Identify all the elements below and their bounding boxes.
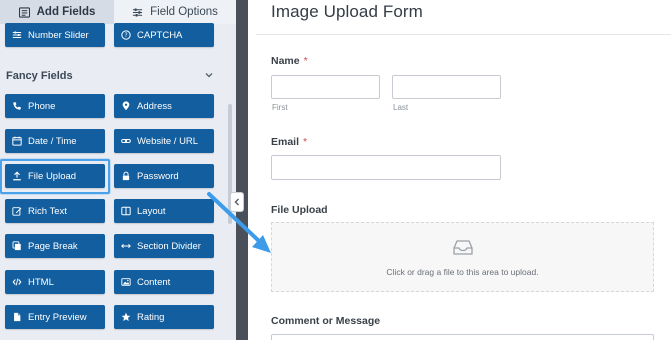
title-divider [256,34,671,35]
name-label-text: Name [271,55,300,67]
chevron-down-icon[interactable] [204,70,214,80]
fields-panel: Add Fields Field Options Number Slider ?… [0,0,236,340]
field-button-website-url[interactable]: Website / URL [114,129,214,153]
button-label: Section Divider [137,240,201,252]
button-label: Password [137,170,179,182]
button-label: Address [137,100,172,112]
sliders-icon [133,7,143,17]
first-name-input[interactable] [271,75,380,99]
field-button-address[interactable]: Address [114,94,214,118]
inbox-icon [453,240,473,255]
field-button-entry-preview[interactable]: Entry Preview [5,305,105,329]
required-marker: * [303,136,308,148]
last-name-input[interactable] [392,75,501,99]
tab-field-options[interactable]: Field Options [114,0,236,24]
lock-icon [122,171,130,181]
field-button-date-time[interactable]: Date / Time [5,129,105,153]
upload-hint: Click or drag a file to this area to upl… [386,267,539,277]
field-button-html[interactable]: HTML [5,270,105,294]
button-label: Rating [137,311,165,323]
field-button-layout[interactable]: Layout [114,199,214,223]
file-upload-label: File Upload [271,204,328,216]
button-label: Entry Preview [28,311,87,323]
field-button-content[interactable]: Content [114,270,214,294]
calendar-icon [12,136,22,146]
sliders-icon [12,31,22,38]
file-icon [14,312,21,322]
button-label: Phone [28,100,56,112]
question-circle-icon: ? [121,30,131,40]
button-label: Number Slider [28,29,89,41]
field-button-section-divider[interactable]: Section Divider [114,234,214,258]
copy-icon [12,241,21,251]
section-title-fancy-fields: Fancy Fields [6,70,73,82]
required-marker: * [303,55,308,67]
button-label: Page Break [28,240,78,252]
button-label: Website / URL [137,135,199,147]
drag-arrow [207,192,271,253]
button-label: Layout [137,205,166,217]
field-button-number-slider[interactable]: Number Slider [5,23,105,47]
phone-icon [13,102,21,110]
comment-textarea[interactable] [271,334,654,340]
panel-tabs: Add Fields Field Options [0,0,236,24]
button-label: HTML [28,276,54,288]
email-label-text: Email [271,136,300,148]
field-button-rich-text[interactable]: Rich Text [5,199,105,223]
button-label: Date / Time [28,135,77,147]
panel-divider [236,0,248,340]
tab-field-options-label: Field Options [150,6,218,18]
map-pin-icon [122,101,130,111]
field-button-password[interactable]: Password [114,164,214,188]
tab-add-fields[interactable]: Add Fields [0,0,114,24]
edit-icon [12,207,22,216]
first-sublabel: First [272,103,288,112]
email-input[interactable] [271,155,501,180]
field-button-phone[interactable]: Phone [5,94,105,118]
columns-icon [121,206,131,216]
star-icon [121,312,131,321]
comment-label: Comment or Message [271,315,381,327]
field-button-captcha[interactable]: ? CAPTCHA [114,23,214,47]
last-sublabel: Last [393,103,409,112]
arrows-h-icon [121,243,131,249]
form-title: Image Upload Form [271,2,423,21]
field-button-rating[interactable]: Rating [114,305,214,329]
field-button-page-break[interactable]: Page Break [5,234,105,258]
code-icon [12,278,22,286]
name-label: Name * [271,55,308,67]
button-label: Content [137,276,171,288]
image-icon [121,278,131,286]
email-label: Email * [271,136,307,148]
button-label: Rich Text [28,205,67,217]
link-icon [121,138,131,143]
tab-add-fields-label: Add Fields [36,6,96,18]
list-icon [18,6,30,18]
file-upload-highlight [0,159,110,194]
file-upload-dropzone[interactable] [271,222,654,292]
svg-text:?: ? [124,33,127,39]
button-label: CAPTCHA [137,29,183,41]
